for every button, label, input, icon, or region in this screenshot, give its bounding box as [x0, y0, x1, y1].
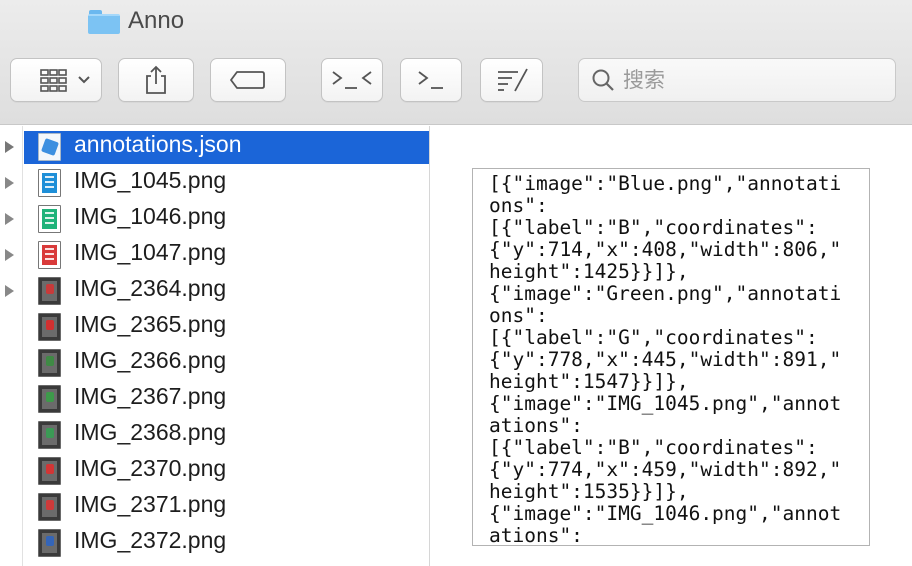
grid-view-icon [40, 69, 90, 92]
file-row[interactable]: IMG_1045.png [0, 164, 429, 200]
image-thumbnail-icon [38, 241, 61, 269]
disclosure-triangle-icon[interactable] [5, 285, 14, 297]
file-row[interactable]: IMG_2364.png [0, 272, 429, 308]
file-name: IMG_1047.png [74, 239, 227, 265]
search-field[interactable] [578, 58, 896, 102]
tags-button[interactable] [210, 58, 286, 102]
file-list: annotations.json IMG_1045.png IMG_1046.png… [0, 126, 430, 566]
file-row[interactable]: IMG_2370.png [0, 452, 429, 488]
file-preview[interactable]: [{"image":"Blue.png","annotati ons": [{"… [472, 168, 870, 546]
terminal-script-icon [332, 71, 372, 89]
disclosure-triangle-icon[interactable] [5, 249, 14, 261]
share-icon [146, 65, 166, 94]
image-thumbnail-icon [38, 277, 61, 305]
view-mode-button[interactable] [10, 58, 102, 102]
terminal-icon [418, 71, 443, 89]
file-row[interactable]: IMG_2367.png [0, 380, 429, 416]
file-name: IMG_2372.png [74, 527, 227, 553]
run-script-button[interactable] [321, 58, 383, 102]
tag-icon [230, 71, 265, 89]
file-name: IMG_2370.png [74, 455, 227, 481]
disclosure-triangle-icon[interactable] [5, 141, 14, 153]
disclosure-triangle-icon[interactable] [5, 213, 14, 225]
file-row[interactable]: IMG_1047.png [0, 236, 429, 272]
image-thumbnail-icon [38, 385, 61, 413]
file-name: annotations.json [74, 131, 242, 157]
search-input[interactable] [623, 68, 883, 92]
json-file-icon [38, 133, 61, 161]
share-button[interactable] [118, 58, 194, 102]
image-thumbnail-icon [38, 169, 61, 197]
file-row[interactable]: annotations.json [0, 128, 429, 164]
file-name: IMG_2366.png [74, 347, 227, 373]
image-thumbnail-icon [38, 205, 61, 233]
file-row[interactable]: IMG_2365.png [0, 308, 429, 344]
file-row[interactable]: IMG_1046.png [0, 200, 429, 236]
open-terminal-button[interactable] [400, 58, 462, 102]
file-name: IMG_1045.png [74, 167, 227, 193]
disclosure-triangle-icon[interactable] [5, 177, 14, 189]
file-row[interactable]: IMG_2371.png [0, 488, 429, 524]
file-name: IMG_2367.png [74, 383, 227, 409]
file-row[interactable]: IMG_2366.png [0, 344, 429, 380]
preview-text: [{"image":"Blue.png","annotati ons": [{"… [489, 172, 842, 546]
edit-list-icon [497, 68, 528, 92]
search-icon [592, 69, 614, 91]
file-row[interactable]: IMG_2368.png [0, 416, 429, 452]
file-name: IMG_2365.png [74, 311, 227, 337]
file-row[interactable]: IMG_2372.png [0, 524, 429, 560]
finder-toolbar: Anno [0, 0, 912, 125]
image-thumbnail-icon [38, 457, 61, 485]
image-thumbnail-icon [38, 313, 61, 341]
image-thumbnail-icon [38, 349, 61, 377]
folder-icon [88, 8, 120, 34]
window-title-text: Anno [128, 7, 185, 34]
image-thumbnail-icon [38, 493, 61, 521]
image-thumbnail-icon [38, 529, 61, 557]
chevron-down-icon [78, 76, 90, 84]
file-name: IMG_2368.png [74, 419, 227, 445]
file-name: IMG_2364.png [74, 275, 227, 301]
window-title: Anno [88, 6, 184, 36]
file-name: IMG_2371.png [74, 491, 227, 517]
image-thumbnail-icon [38, 421, 61, 449]
file-name: IMG_1046.png [74, 203, 227, 229]
edit-button[interactable] [480, 58, 543, 102]
